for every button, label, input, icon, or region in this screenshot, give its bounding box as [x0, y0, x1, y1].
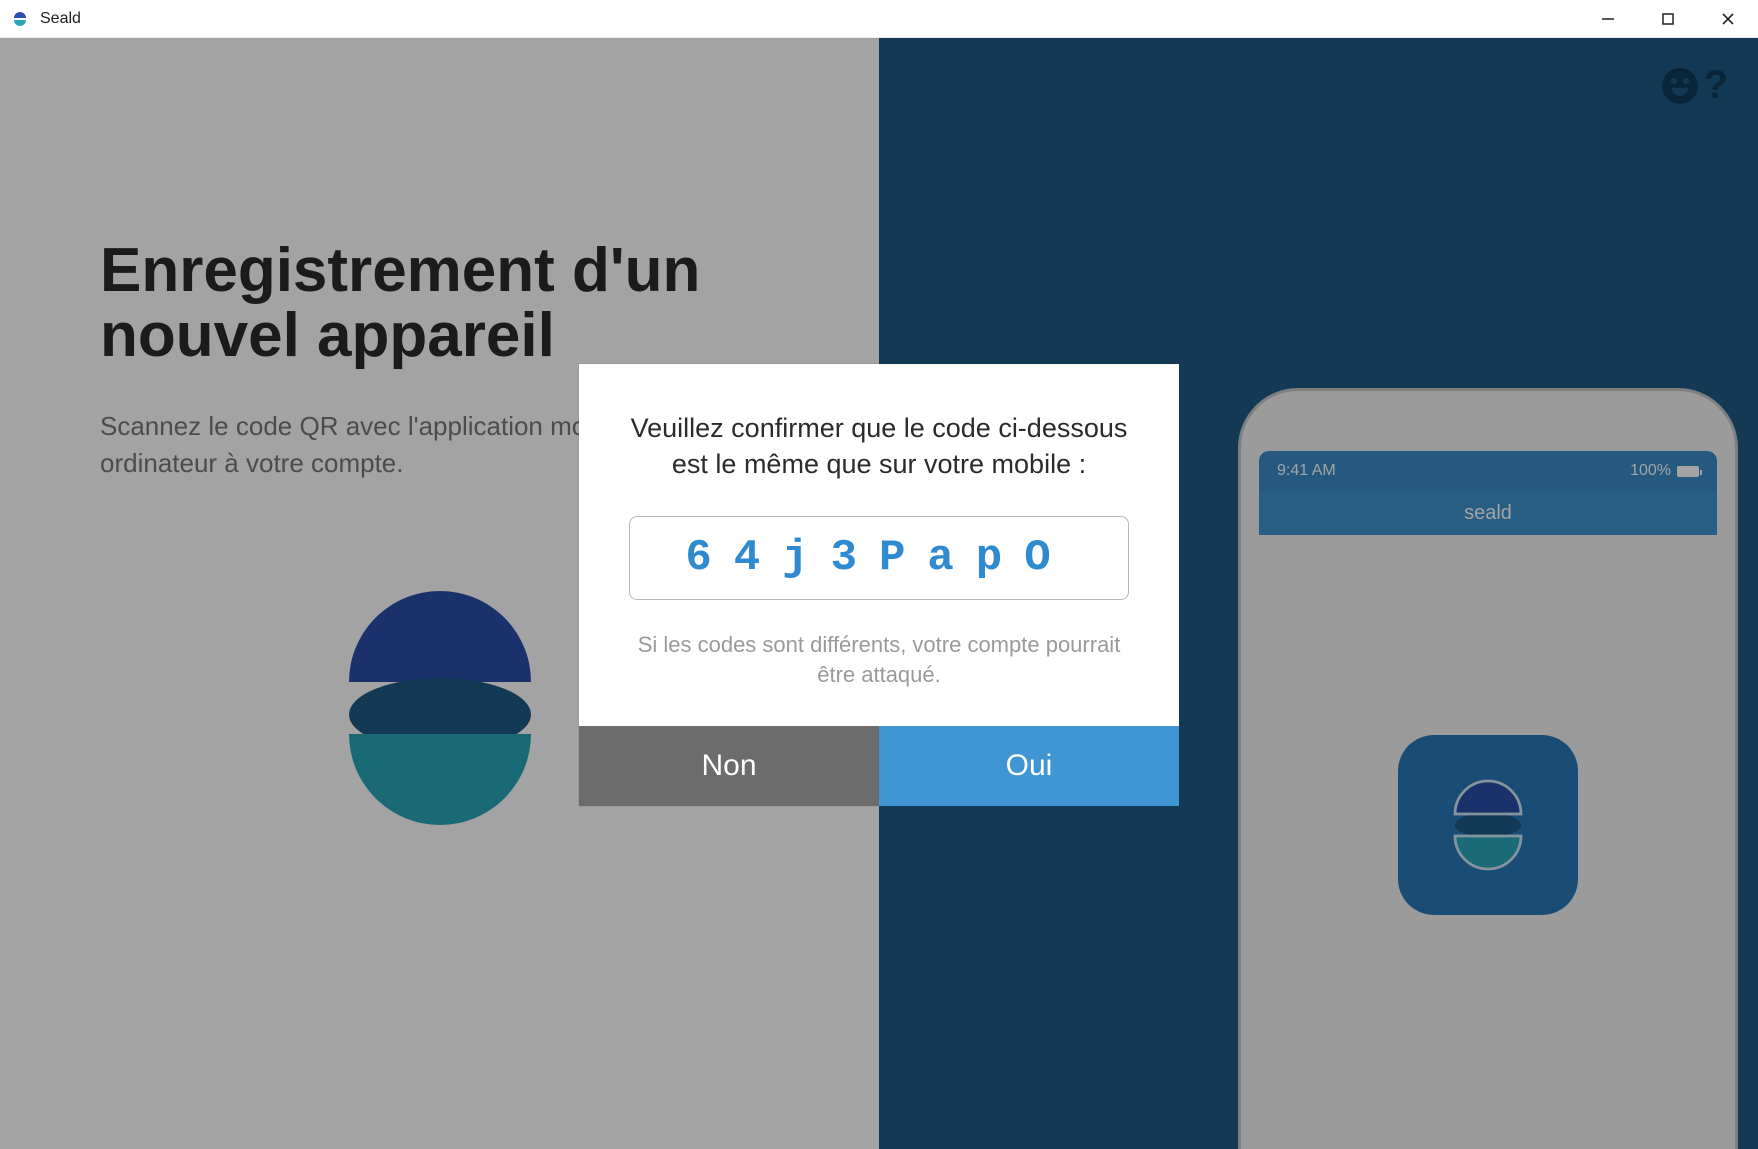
no-button-label: Non: [701, 749, 756, 783]
content-area: Enregistrement d'un nouvel appareil Scan…: [0, 38, 1758, 1149]
modal-warning: Si les codes sont différents, votre comp…: [629, 630, 1129, 689]
modal-actions: Non Oui: [579, 726, 1179, 806]
window-title: Seald: [40, 10, 81, 28]
close-button[interactable]: [1698, 0, 1758, 38]
modal-message: Veuillez confirmer que le code ci-dessou…: [629, 410, 1129, 483]
minimize-button[interactable]: [1578, 0, 1638, 38]
window-controls: [1578, 0, 1758, 38]
maximize-button[interactable]: [1638, 0, 1698, 38]
app-logo-icon: [10, 9, 30, 29]
modal-body: Veuillez confirmer que le code ci-dessou…: [579, 364, 1179, 726]
titlebar-left: Seald: [0, 9, 81, 29]
titlebar: Seald: [0, 0, 1758, 38]
verification-code: 64j3PapO: [629, 516, 1129, 600]
app-window: Seald Enregistrement d'un nouvel apparei…: [0, 0, 1758, 1149]
yes-button[interactable]: Oui: [879, 726, 1179, 806]
confirm-code-modal: Veuillez confirmer que le code ci-dessou…: [579, 364, 1179, 806]
yes-button-label: Oui: [1006, 749, 1053, 783]
no-button[interactable]: Non: [579, 726, 879, 806]
